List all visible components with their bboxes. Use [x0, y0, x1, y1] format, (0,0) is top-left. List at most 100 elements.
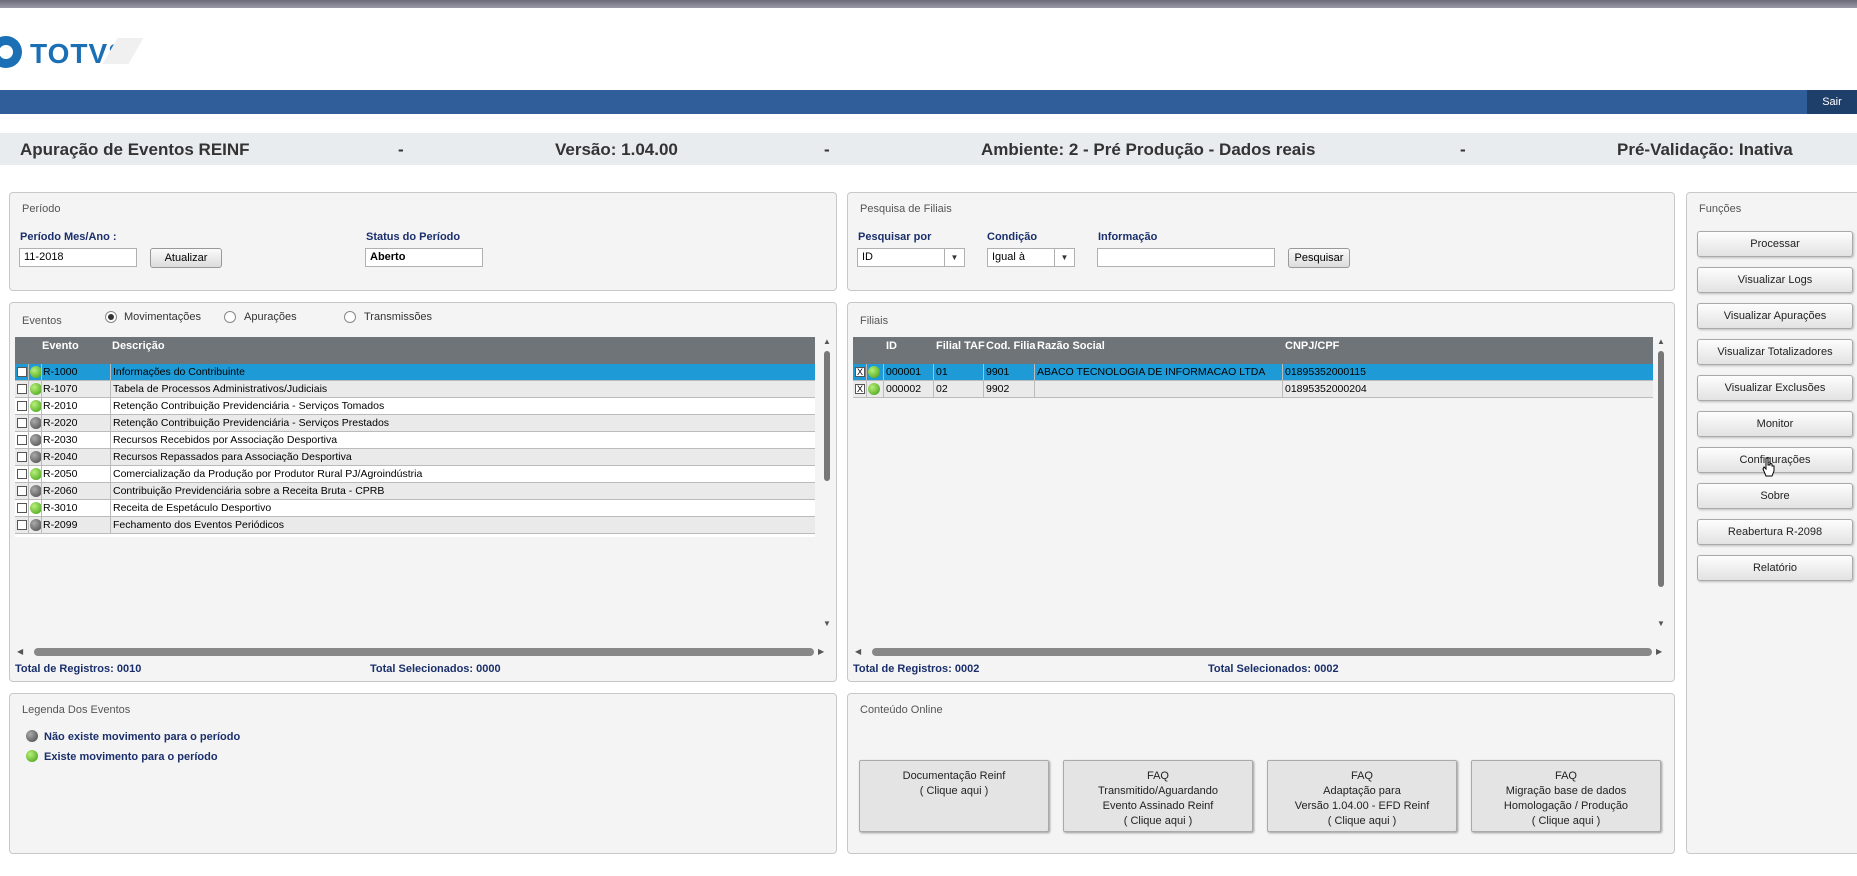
row-checkbox[interactable]: X	[855, 367, 865, 377]
scroll-right-icon[interactable]: ▶	[1656, 647, 1662, 656]
row-checkbox[interactable]	[17, 503, 27, 513]
event-description: Fechamento dos Eventos Periódicos	[113, 519, 285, 531]
cod-filial: 9901	[986, 366, 1010, 378]
row-checkbox[interactable]	[17, 452, 27, 462]
event-description: Informações do Contribuinte	[113, 366, 245, 378]
event-code: R-1070	[43, 383, 78, 395]
radio-apuracoes[interactable]	[224, 311, 236, 323]
update-button[interactable]: Atualizar	[150, 248, 222, 268]
column-divider	[110, 398, 111, 414]
condition-select[interactable]: Igual à ▼	[987, 248, 1075, 267]
table-row[interactable]: R-2030 Recursos Recebidos por Associação …	[15, 432, 815, 449]
column-divider	[28, 381, 29, 397]
cnpj: 01895352000204	[1285, 383, 1367, 395]
sobre-button[interactable]: Sobre	[1697, 483, 1853, 509]
filiais-vscroll[interactable]: ▲ ▼	[1656, 337, 1666, 629]
online-card-faq-transmitido[interactable]: FAQ Transmitido/Aguardando Evento Assina…	[1063, 760, 1253, 832]
table-row[interactable]: R-3010 Receita de Espetáculo Desportivo	[15, 500, 815, 517]
green-status-icon	[868, 383, 880, 395]
page-header: Apuração de Eventos REINF - Versão: 1.04…	[0, 133, 1857, 165]
event-code: R-1000	[43, 366, 78, 378]
online-card-faq-migracao[interactable]: FAQ Migração base de dados Homologação /…	[1471, 760, 1661, 832]
row-checkbox[interactable]	[17, 486, 27, 496]
scroll-up-icon[interactable]: ▲	[1657, 337, 1665, 346]
scroll-left-icon[interactable]: ◀	[855, 647, 861, 656]
filiais-total-selecionados: Total Selecionados: 0002	[1208, 663, 1339, 675]
scroll-thumb[interactable]	[1658, 351, 1664, 587]
scroll-thumb[interactable]	[824, 351, 830, 481]
row-checkbox[interactable]	[17, 384, 27, 394]
page-title: Apuração de Eventos REINF	[20, 140, 250, 159]
table-row[interactable]: R-1000 Informações do Contribuinte	[15, 364, 815, 381]
row-checkbox[interactable]	[17, 520, 27, 530]
table-row[interactable]: R-2060 Contribuição Previdenciária sobre …	[15, 483, 815, 500]
radio-transmissoes[interactable]	[344, 311, 356, 323]
scroll-right-icon[interactable]: ▶	[818, 647, 824, 656]
row-checkbox[interactable]	[17, 435, 27, 445]
info-input[interactable]	[1097, 248, 1275, 267]
event-code: R-2099	[43, 519, 78, 531]
table-row[interactable]: R-2040 Recursos Repassados para Associaçã…	[15, 449, 815, 466]
table-row[interactable]: X 000001 01 9901 ABACO TECNOLOGIA DE INFORMA…	[853, 364, 1653, 381]
column-header: Descrição	[112, 340, 165, 352]
row-checkbox[interactable]: X	[855, 384, 865, 394]
relatorio-button[interactable]: Relatório	[1697, 555, 1853, 581]
hand-cursor-icon	[1762, 457, 1775, 477]
column-divider	[883, 381, 884, 397]
card-line: ( Clique aqui )	[1123, 815, 1193, 827]
scroll-left-icon[interactable]: ◀	[17, 647, 23, 656]
eventos-hscroll-thumb[interactable]	[34, 648, 814, 656]
radio-movimentacoes[interactable]	[105, 311, 117, 323]
column-divider	[1034, 364, 1035, 380]
column-divider	[41, 517, 42, 533]
reabertura-button[interactable]: Reabertura R-2098	[1697, 519, 1853, 545]
condition-label: Condição	[987, 231, 1038, 243]
eventos-vscroll[interactable]: ▲ ▼	[822, 337, 832, 629]
table-row[interactable]: R-2099 Fechamento dos Eventos Periódicos	[15, 517, 815, 534]
row-checkbox[interactable]	[17, 418, 27, 428]
period-month-input[interactable]: 11-2018	[19, 248, 137, 267]
card-line: FAQ	[1146, 770, 1169, 782]
card-line: ( Clique aqui )	[1531, 815, 1601, 827]
row-checkbox[interactable]	[17, 367, 27, 377]
card-line: Migração base de dados	[1505, 785, 1627, 797]
table-row[interactable]: R-2050 Comercialização da Produção por Pr…	[15, 466, 815, 483]
filial-taf: 02	[936, 383, 948, 395]
scroll-down-icon[interactable]: ▼	[823, 619, 831, 628]
razao-social: ABACO TECNOLOGIA DE INFORMACAO LTDA	[1037, 366, 1266, 378]
table-row[interactable]: R-2020 Retenção Contribuição Previdenciár…	[15, 415, 815, 432]
card-line: Homologação / Produção	[1503, 800, 1629, 812]
row-checkbox[interactable]	[17, 401, 27, 411]
visualizar-apuracoes-button[interactable]: Visualizar Apurações	[1697, 303, 1853, 329]
column-divider	[28, 466, 29, 482]
scroll-down-icon[interactable]: ▼	[1657, 619, 1665, 628]
logo-area: TOTVS	[0, 8, 1857, 88]
table-row[interactable]: R-2010 Retenção Contribuição Previdenciár…	[15, 398, 815, 415]
prevalidation-label: Pré-Validação: Inativa	[1617, 140, 1793, 159]
search-by-select[interactable]: ID ▼	[857, 248, 965, 267]
eventos-panel: Eventos Movimentações Apurações Transmis…	[9, 302, 837, 682]
filiais-hscroll-thumb[interactable]	[872, 648, 1652, 656]
panel-title: Filiais	[860, 315, 889, 327]
visualizar-logs-button[interactable]: Visualizar Logs	[1697, 267, 1853, 293]
search-button[interactable]: Pesquisar	[1288, 248, 1350, 268]
processar-button[interactable]: Processar	[1697, 231, 1853, 257]
logout-button[interactable]: Sair	[1807, 90, 1857, 114]
column-header: CNPJ/CPF	[1285, 340, 1340, 352]
scroll-up-icon[interactable]: ▲	[823, 337, 831, 346]
online-card-faq-adaptacao[interactable]: FAQ Adaptação para Versão 1.04.00 - EFD …	[1267, 760, 1457, 832]
row-checkbox[interactable]	[17, 469, 27, 479]
funcoes-panel: Funções Processar Visualizar Logs Visual…	[1686, 192, 1857, 854]
column-divider	[983, 381, 984, 397]
monitor-button[interactable]: Monitor	[1697, 411, 1853, 437]
column-divider	[41, 381, 42, 397]
grid-header: ID Filial TAF Cod. Filial Razão Social C…	[853, 337, 1653, 364]
table-row[interactable]: R-1070 Tabela de Processos Administrativo…	[15, 381, 815, 398]
online-card-documentacao[interactable]: Documentação Reinf ( Clique aqui )	[859, 760, 1049, 832]
column-divider	[41, 415, 42, 431]
visualizar-totalizadores-button[interactable]: Visualizar Totalizadores	[1697, 339, 1853, 365]
table-row[interactable]: X 000002 02 9902 01895352000204	[853, 381, 1653, 398]
column-divider	[883, 364, 884, 380]
visualizar-exclusoes-button[interactable]: Visualizar Exclusões	[1697, 375, 1853, 401]
chevron-down-icon: ▼	[944, 249, 964, 266]
